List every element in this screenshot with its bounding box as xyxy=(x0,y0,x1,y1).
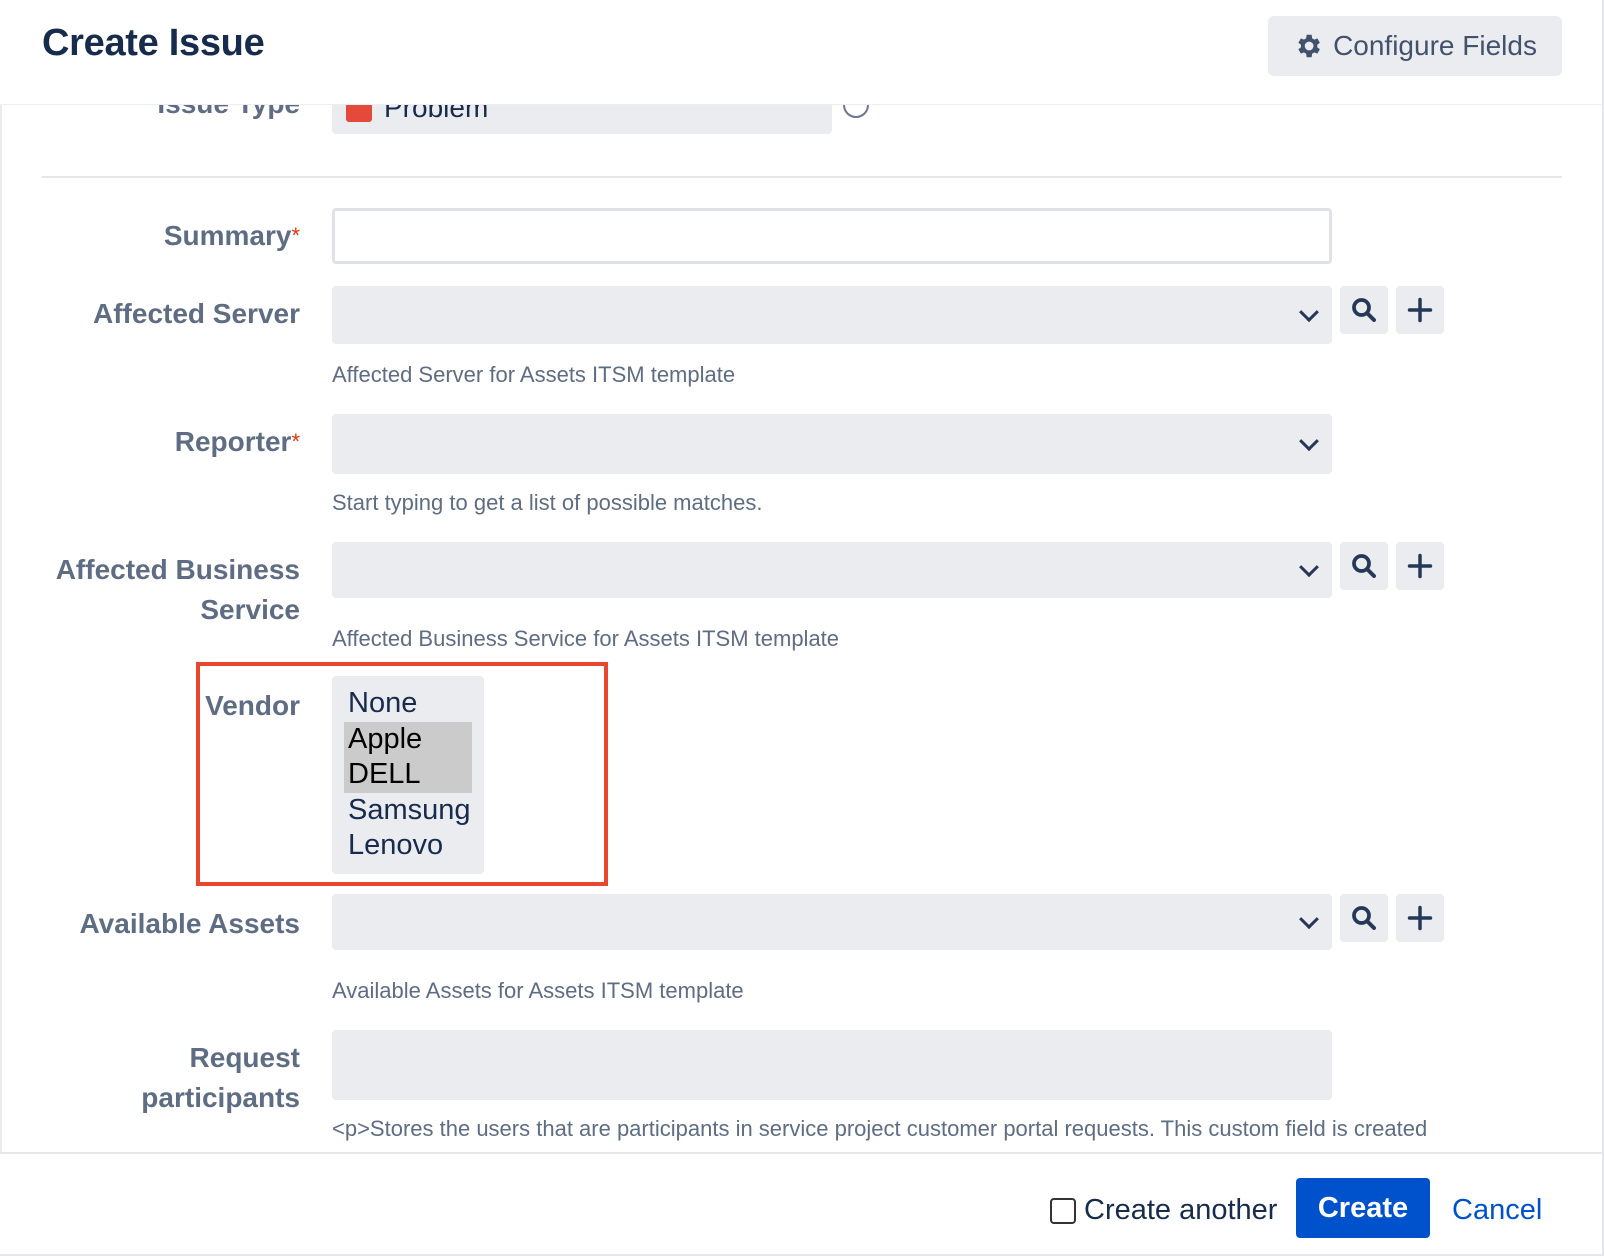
summary-label: Summary* xyxy=(164,216,300,256)
chevron-down-icon xyxy=(1299,302,1319,323)
chevron-down-icon xyxy=(1299,909,1319,930)
plus-icon xyxy=(1407,905,1433,931)
request-participants-input[interactable] xyxy=(332,1030,1332,1100)
affected-business-service-add-button[interactable] xyxy=(1396,542,1444,590)
chevron-down-icon xyxy=(1299,431,1319,452)
plus-icon xyxy=(1407,297,1433,323)
vendor-option[interactable]: Samsung xyxy=(344,793,472,829)
search-icon xyxy=(1352,554,1376,578)
request-participants-label-line1: Request xyxy=(189,1042,300,1073)
configure-fields-label: Configure Fields xyxy=(1333,30,1537,61)
affected-server-label: Affected Server xyxy=(93,298,300,329)
summary-input[interactable] xyxy=(332,208,1332,264)
affected-business-service-search-button[interactable] xyxy=(1340,542,1388,590)
cancel-link[interactable]: Cancel xyxy=(1452,1194,1542,1227)
dialog-footer: Create another Create Cancel xyxy=(0,1152,1602,1254)
gear-icon xyxy=(1298,34,1320,58)
required-mark: * xyxy=(291,429,300,454)
vendor-option[interactable]: None xyxy=(344,686,472,722)
available-assets-search-button[interactable] xyxy=(1340,894,1388,942)
create-another-label: Create another xyxy=(1084,1194,1278,1226)
affected-server-search-button[interactable] xyxy=(1340,286,1388,334)
affected-server-select[interactable] xyxy=(332,286,1332,344)
search-icon xyxy=(1352,906,1376,930)
request-participants-description: <p>Stores the users that are participant… xyxy=(332,1116,1428,1141)
reporter-label-text: Reporter xyxy=(174,426,292,457)
affected-business-service-label: Affected Business Service xyxy=(56,550,300,630)
create-another-checkbox[interactable] xyxy=(1050,1197,1076,1224)
create-issue-dialog: Create Issue Configure Fields Issue Type… xyxy=(0,0,1604,1256)
plus-icon xyxy=(1407,553,1433,579)
create-another-toggle[interactable]: Create another xyxy=(1050,1194,1277,1227)
vendor-option[interactable]: DELL xyxy=(344,757,472,793)
reporter-label: Reporter* xyxy=(175,422,300,462)
dialog-left-edge xyxy=(0,0,2,1254)
chevron-down-icon xyxy=(1299,557,1319,578)
reporter-description: Start typing to get a list of possible m… xyxy=(332,490,763,515)
dialog-title: Create Issue xyxy=(42,22,265,64)
affected-server-add-button[interactable] xyxy=(1396,286,1444,334)
request-participants-label-line2: participants xyxy=(141,1082,300,1113)
available-assets-description: Available Assets for Assets ITSM templat… xyxy=(332,978,744,1003)
available-assets-add-button[interactable] xyxy=(1396,894,1444,942)
available-assets-select[interactable] xyxy=(332,894,1332,950)
vendor-multiselect[interactable]: None Apple DELL Samsung Lenovo xyxy=(332,676,484,874)
affected-server-description: Affected Server for Assets ITSM template xyxy=(332,362,736,387)
affected-business-service-select[interactable] xyxy=(332,542,1332,598)
affected-business-service-description: Affected Business Service for Assets ITS… xyxy=(332,626,840,651)
affected-business-service-label-line1: Affected Business xyxy=(55,554,300,585)
configure-fields-button[interactable]: Configure Fields xyxy=(1268,16,1562,76)
search-icon xyxy=(1352,298,1376,322)
section-divider xyxy=(42,176,1562,178)
available-assets-label: Available Assets xyxy=(79,908,301,939)
vendor-label: Vendor xyxy=(205,690,300,721)
request-participants-label: Request participants xyxy=(141,1038,300,1118)
required-mark: * xyxy=(291,223,300,248)
summary-label-text: Summary xyxy=(163,220,292,251)
create-button[interactable]: Create xyxy=(1296,1178,1430,1238)
dialog-header: Create Issue Configure Fields xyxy=(0,0,1602,104)
affected-business-service-label-line2: Service xyxy=(200,594,300,625)
vendor-option[interactable]: Apple xyxy=(344,721,472,757)
vendor-option[interactable]: Lenovo xyxy=(344,828,472,864)
reporter-select[interactable] xyxy=(332,414,1332,474)
